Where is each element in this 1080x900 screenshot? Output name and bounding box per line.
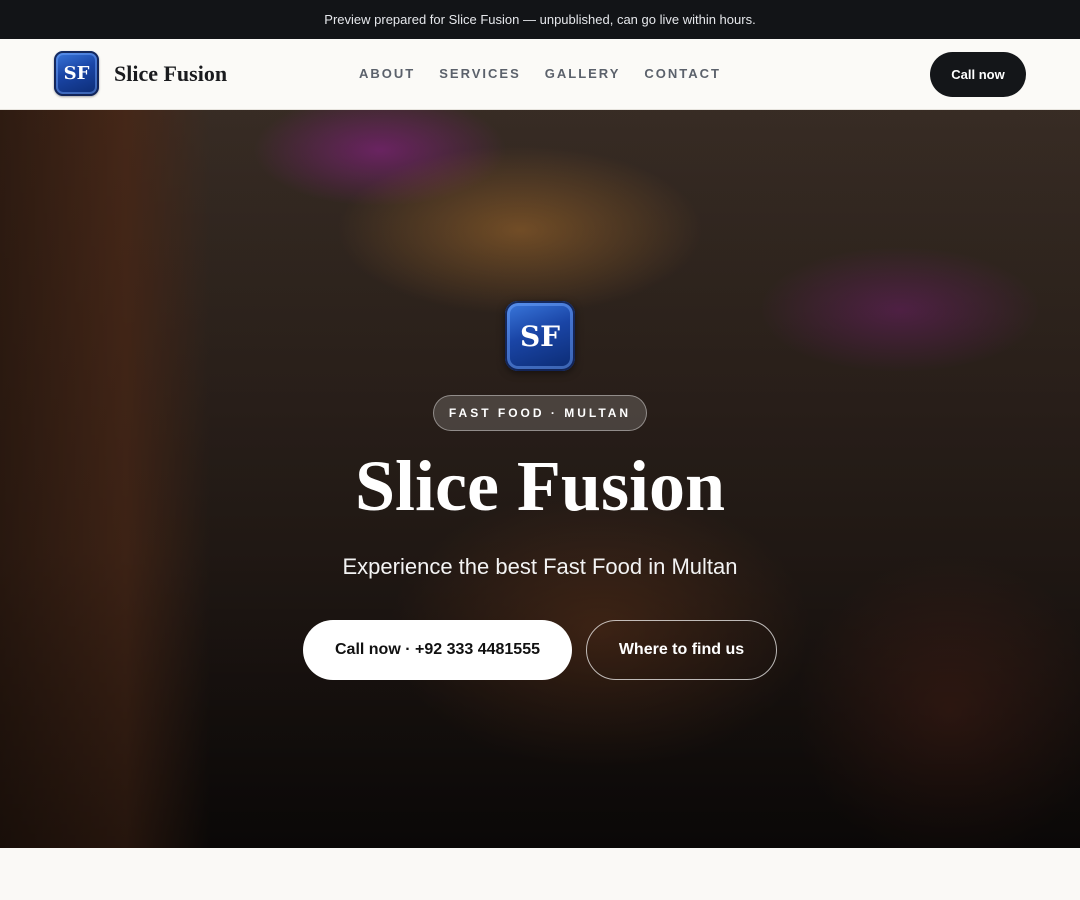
hero-title: Slice Fusion — [354, 446, 726, 526]
site-header: SF Slice Fusion ABOUT SERVICES GALLERY C… — [0, 39, 1080, 110]
nav-link-contact[interactable]: CONTACT — [644, 66, 721, 81]
main-nav: ABOUT SERVICES GALLERY CONTACT — [0, 66, 1080, 81]
announcement-text: Preview prepared for Slice Fusion — unpu… — [324, 12, 756, 27]
announcement-bar: Preview prepared for Slice Fusion — unpu… — [0, 0, 1080, 39]
hero-logo-text: SF — [519, 319, 561, 353]
nav-link-gallery[interactable]: GALLERY — [545, 66, 621, 81]
hero-subtitle: Experience the best Fast Food in Multan — [342, 554, 738, 579]
hero-call-button[interactable]: Call now · +92 333 4481555 — [303, 620, 572, 680]
hero-tagline-badge: FAST FOOD · MULTAN — [433, 395, 647, 431]
nav-link-about[interactable]: ABOUT — [359, 66, 415, 81]
nav-link-services[interactable]: SERVICES — [439, 66, 521, 81]
hero-section: SF FAST FOOD · MULTAN Slice Fusion Exper… — [0, 110, 1080, 848]
header-call-button[interactable]: Call now — [930, 52, 1026, 97]
hero-logo: SF — [505, 301, 575, 371]
hero-location-button[interactable]: Where to find us — [586, 620, 777, 680]
